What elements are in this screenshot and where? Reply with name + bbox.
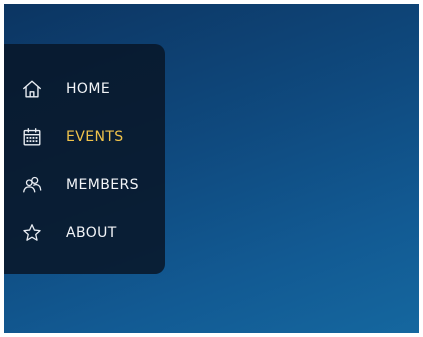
users-icon <box>21 174 43 196</box>
star-icon <box>21 222 43 244</box>
nav-label-members: MEMBERS <box>66 177 139 193</box>
nav-item-about[interactable]: ABOUT <box>4 209 165 257</box>
nav-label-about: ABOUT <box>66 225 117 241</box>
nav-item-events[interactable]: EVENTS <box>4 113 165 161</box>
calendar-icon <box>21 126 43 148</box>
home-icon <box>21 78 43 100</box>
nav-label-events: EVENTS <box>66 129 124 145</box>
nav-item-home[interactable]: HOME <box>4 65 165 113</box>
app-background: HOME EVENTS MEMBERS ABOUT <box>4 4 419 333</box>
nav-menu: HOME EVENTS MEMBERS ABOUT <box>4 44 165 274</box>
nav-item-members[interactable]: MEMBERS <box>4 161 165 209</box>
nav-list: HOME EVENTS MEMBERS ABOUT <box>4 65 165 257</box>
nav-label-home: HOME <box>66 81 111 97</box>
